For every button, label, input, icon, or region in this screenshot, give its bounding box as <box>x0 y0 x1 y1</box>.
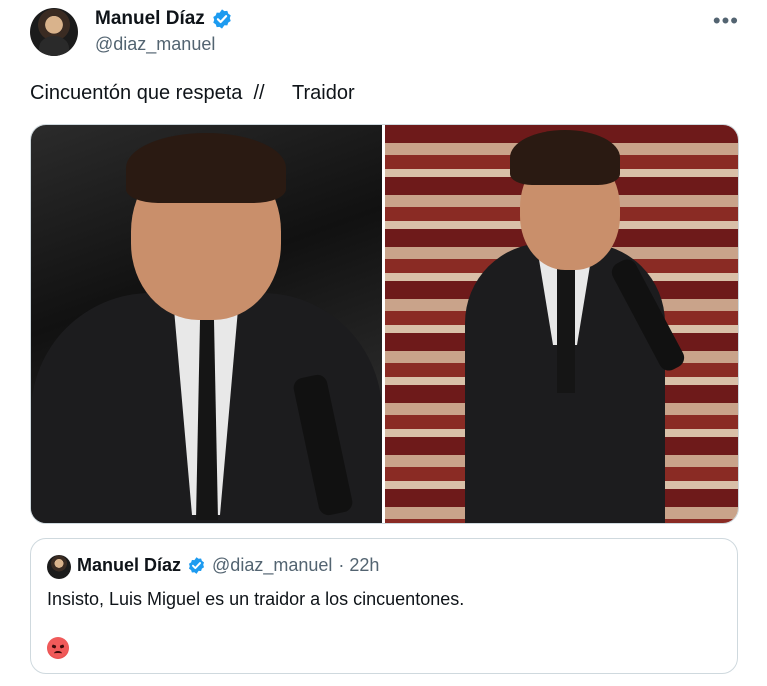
quoted-author-handle: @diaz_manuel <box>212 555 333 575</box>
tweet-text: Cincuentón que respeta // Traidor <box>30 82 355 104</box>
author-avatar[interactable] <box>30 8 78 56</box>
quoted-author-name: Manuel Díaz <box>77 555 182 575</box>
quoted-header: Manuel Díaz @diaz_manuel · 22h <box>77 555 379 576</box>
photo-right-tie <box>557 253 575 393</box>
author-name-row: Manuel Díaz <box>95 8 233 30</box>
quoted-timestamp: · 22h <box>338 555 380 575</box>
photo-left-hair <box>126 133 286 203</box>
media-photo-right[interactable] <box>385 125 738 523</box>
quoted-author-avatar <box>47 555 71 579</box>
media-photo-left[interactable] <box>31 125 382 523</box>
author-handle[interactable]: @diaz_manuel <box>95 34 215 55</box>
tweet-media[interactable] <box>30 124 739 524</box>
angry-face-icon <box>47 637 69 659</box>
verified-badge-icon <box>213 9 231 29</box>
tweet: Manuel Díaz @diaz_manuel ••• Cincuentón … <box>0 0 767 686</box>
quoted-text: Insisto, Luis Miguel es un traidor a los… <box>47 589 465 609</box>
photo-right-hair <box>510 130 620 185</box>
author-name[interactable]: Manuel Díaz <box>95 8 205 30</box>
verified-badge-icon <box>189 557 205 574</box>
more-options-icon[interactable]: ••• <box>713 8 739 34</box>
quoted-tweet[interactable]: Manuel Díaz @diaz_manuel · 22h Insisto, … <box>30 538 738 674</box>
